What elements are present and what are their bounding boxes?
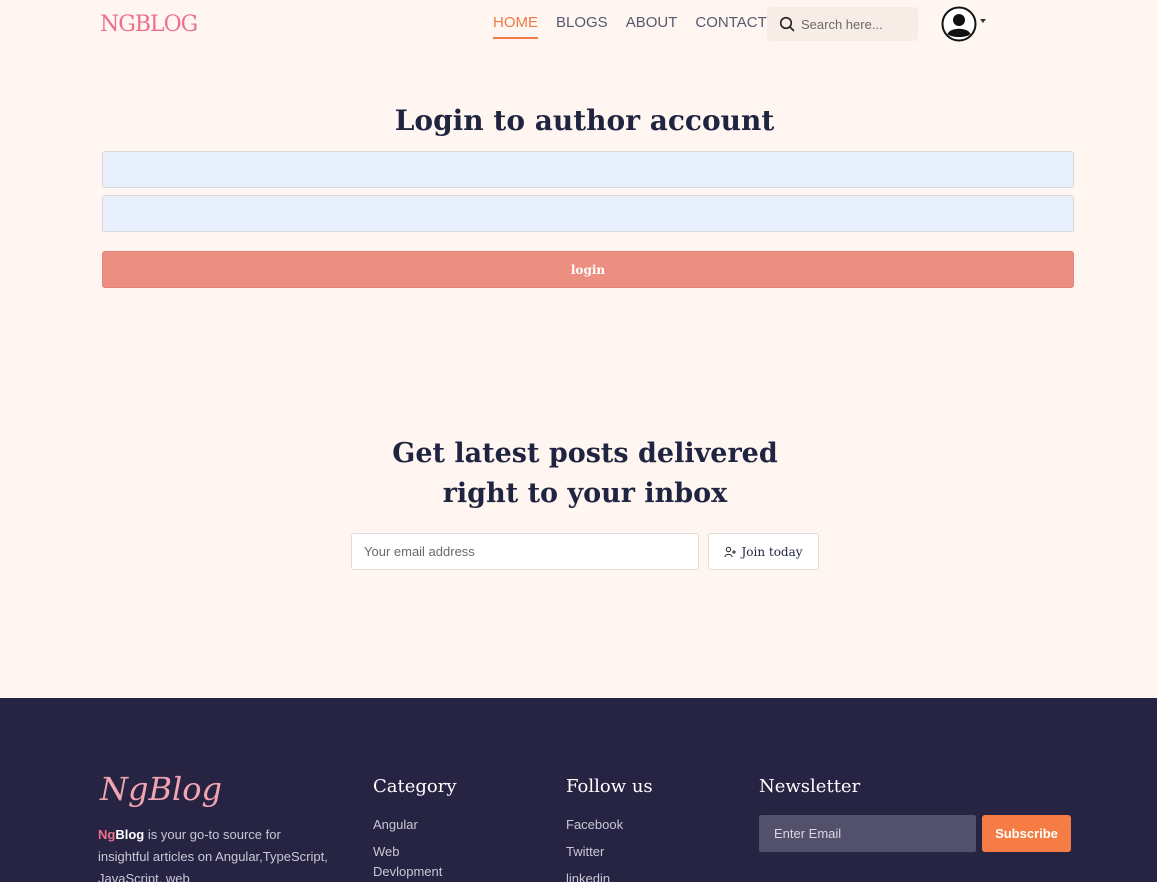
username-field[interactable] — [102, 151, 1074, 188]
search-box — [767, 7, 918, 41]
follow-list: Facebook Twitter linkedin — [566, 815, 623, 882]
follow-link-facebook[interactable]: Facebook — [566, 815, 623, 835]
follow-heading: Follow us — [566, 776, 653, 797]
footer-description: NgBlog is your go-to source for insightf… — [98, 824, 328, 882]
login-button[interactable]: login — [102, 251, 1074, 288]
newsletter-title: Get latest posts delivered right to your… — [392, 438, 778, 509]
footer-email-input[interactable] — [759, 815, 976, 852]
footer-desc-blog: Blog — [115, 827, 145, 842]
subscribe-button[interactable]: Subscribe — [982, 815, 1071, 852]
site-header: NGBLOG HOME BLOGS ABOUT CONTACT — [0, 0, 1157, 50]
follow-link-linkedin[interactable]: linkedin — [566, 869, 623, 882]
add-user-icon — [724, 546, 737, 557]
join-button-label: Join today — [741, 544, 803, 559]
newsletter-heading: Newsletter — [759, 776, 861, 797]
category-link-web-development[interactable]: Web Devlopment — [373, 842, 463, 882]
newsletter-email-input[interactable] — [351, 533, 699, 570]
footer-desc-ng: Ng — [98, 827, 116, 842]
login-title: Login to author account — [394, 104, 775, 137]
category-link-angular[interactable]: Angular — [373, 815, 463, 835]
nav-contact[interactable]: CONTACT — [695, 14, 766, 39]
site-logo[interactable]: NGBLOG — [100, 12, 198, 37]
category-heading: Category — [373, 776, 457, 797]
password-field[interactable] — [102, 195, 1074, 232]
user-avatar-icon[interactable] — [941, 6, 977, 42]
search-input[interactable] — [801, 16, 911, 32]
follow-link-twitter[interactable]: Twitter — [566, 842, 623, 862]
footer-logo: NgBlog — [100, 770, 222, 808]
search-icon — [779, 16, 795, 32]
chevron-down-icon[interactable] — [980, 19, 986, 23]
main-nav: HOME BLOGS ABOUT CONTACT — [493, 14, 767, 39]
nav-about[interactable]: ABOUT — [626, 14, 678, 39]
nav-blogs[interactable]: BLOGS — [556, 14, 608, 39]
nav-home[interactable]: HOME — [493, 14, 538, 39]
category-list: Angular Web Devlopment — [373, 815, 463, 882]
site-footer: NgBlog NgBlog is your go-to source for i… — [0, 698, 1157, 882]
join-button[interactable]: Join today — [708, 533, 819, 570]
